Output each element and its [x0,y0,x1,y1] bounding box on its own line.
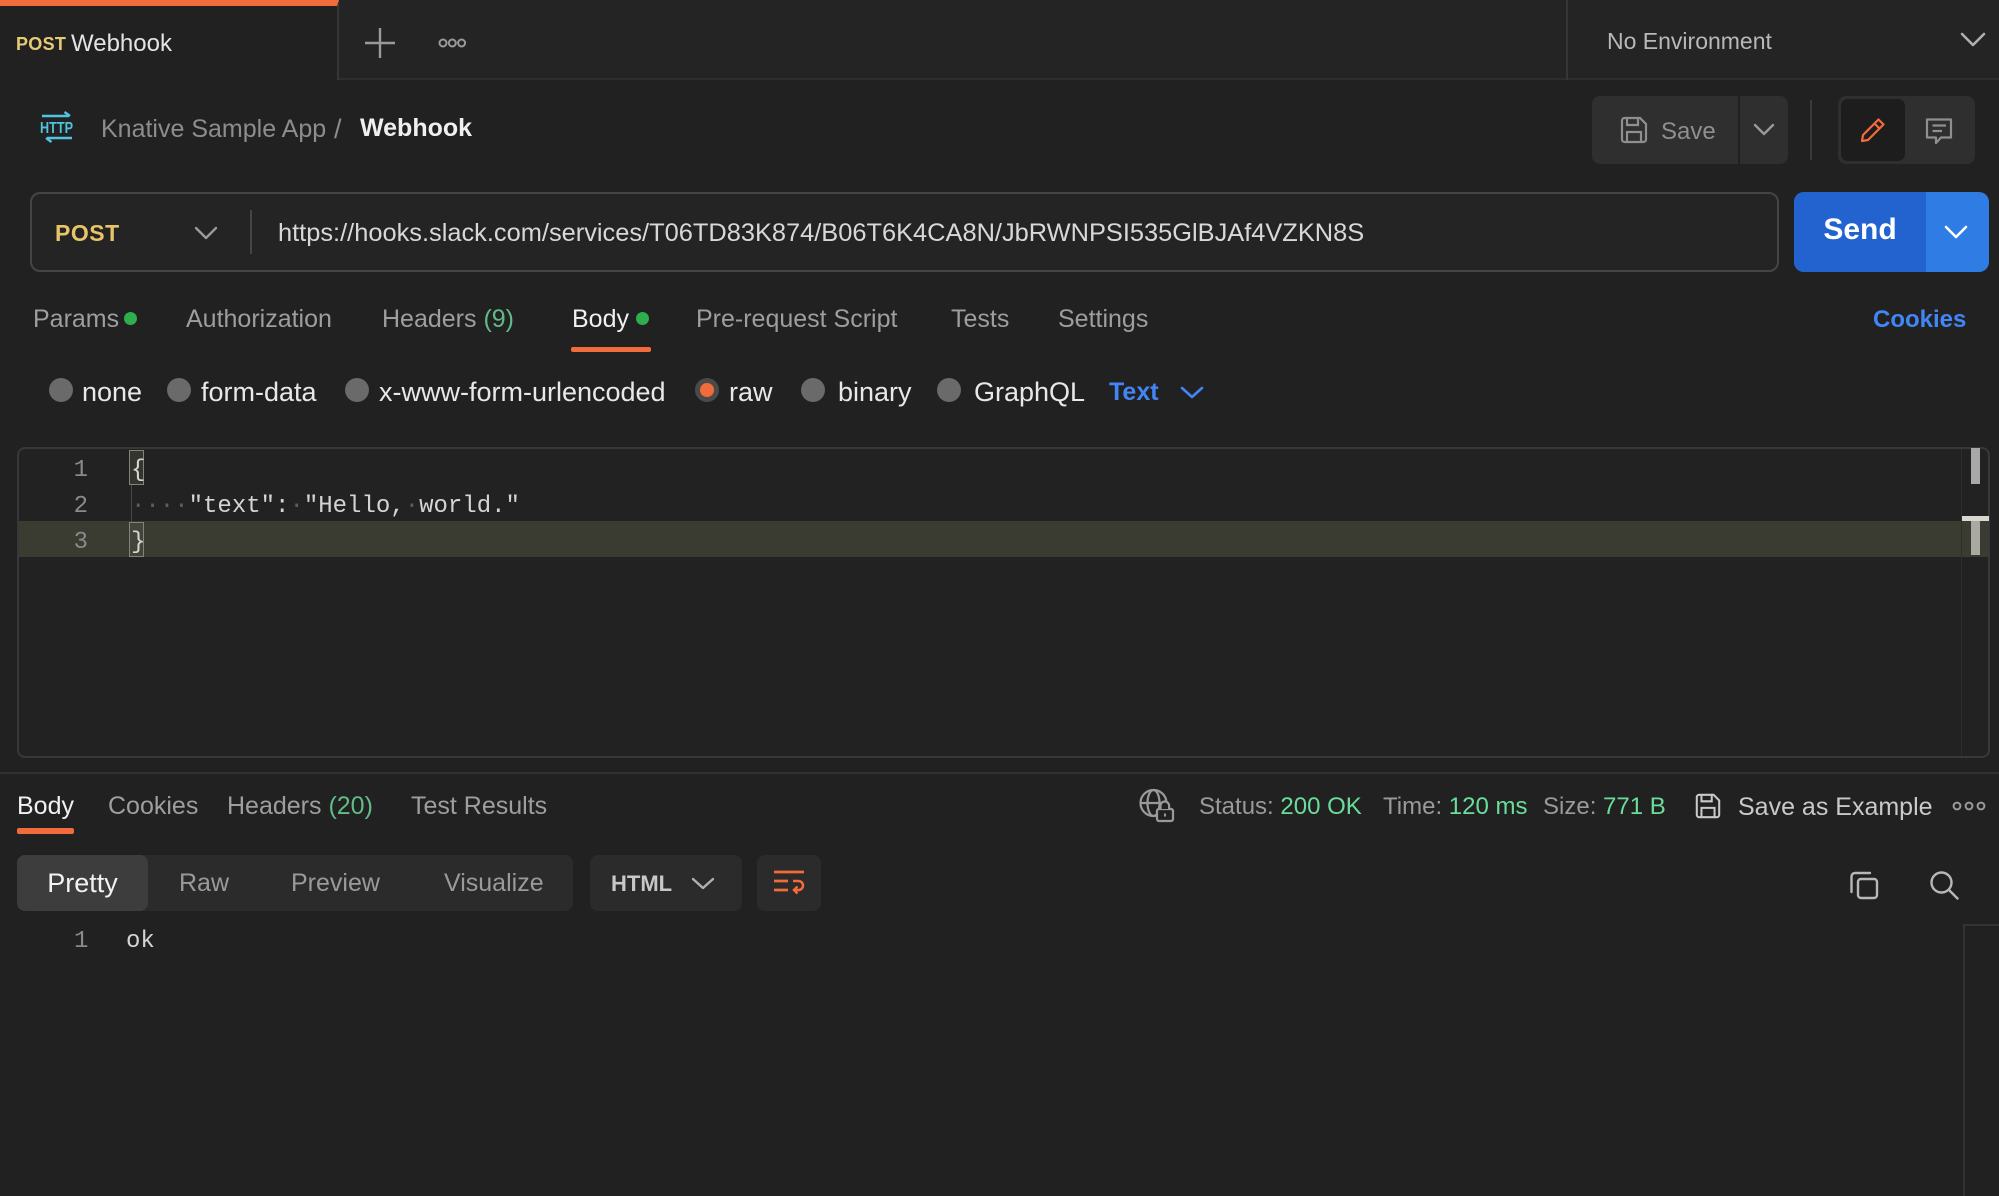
svg-text:HTTP: HTTP [40,120,73,137]
